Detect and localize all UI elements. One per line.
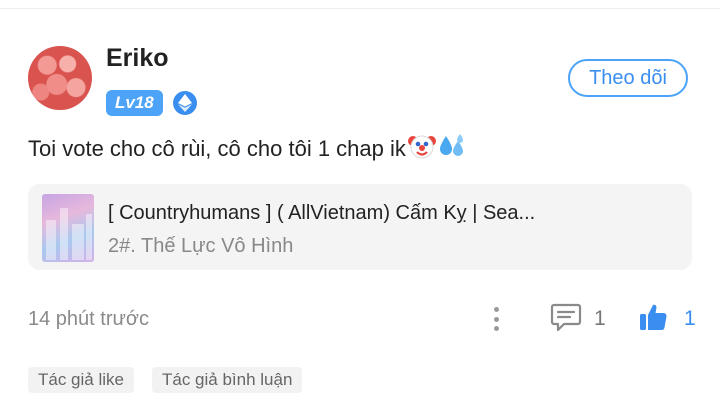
story-chapter: 2#. Thế Lực Vô Hình [108,235,294,257]
comment-body: Toi vote cho cô rùi, cô cho tôi 1 chap i… [28,136,406,161]
story-cover-image [42,194,94,262]
story-title: [ Countryhumans ] ( AllVietnam) Cấm Kỵ |… [108,202,536,224]
tag-author-commented: Tác giả bình luận [152,367,303,393]
tag-author-liked: Tác giả like [28,367,134,393]
comment-bubble-icon [550,302,582,337]
timestamp: 14 phút trước [28,308,150,330]
sweat-droplets-icon [438,132,466,166]
clown-face-icon [407,132,436,166]
ethereum-badge-icon [173,91,197,115]
more-options-icon[interactable] [486,304,506,334]
reply-count: 1 [594,307,606,330]
reply-button[interactable]: 1 [550,302,606,336]
story-card[interactable]: [ Countryhumans ] ( AllVietnam) Cấm Kỵ |… [28,184,692,270]
top-divider [0,8,720,9]
follow-button[interactable]: Theo dõi [568,59,688,97]
like-button[interactable]: 1 [638,302,696,336]
thumbs-up-icon [638,302,668,337]
username[interactable]: Eriko [106,44,169,73]
like-count: 1 [684,307,696,330]
comment-text: Toi vote cho cô rùi, cô cho tôi 1 chap i… [28,132,466,166]
level-badge: Lv18 [106,90,163,116]
avatar[interactable] [28,46,92,110]
